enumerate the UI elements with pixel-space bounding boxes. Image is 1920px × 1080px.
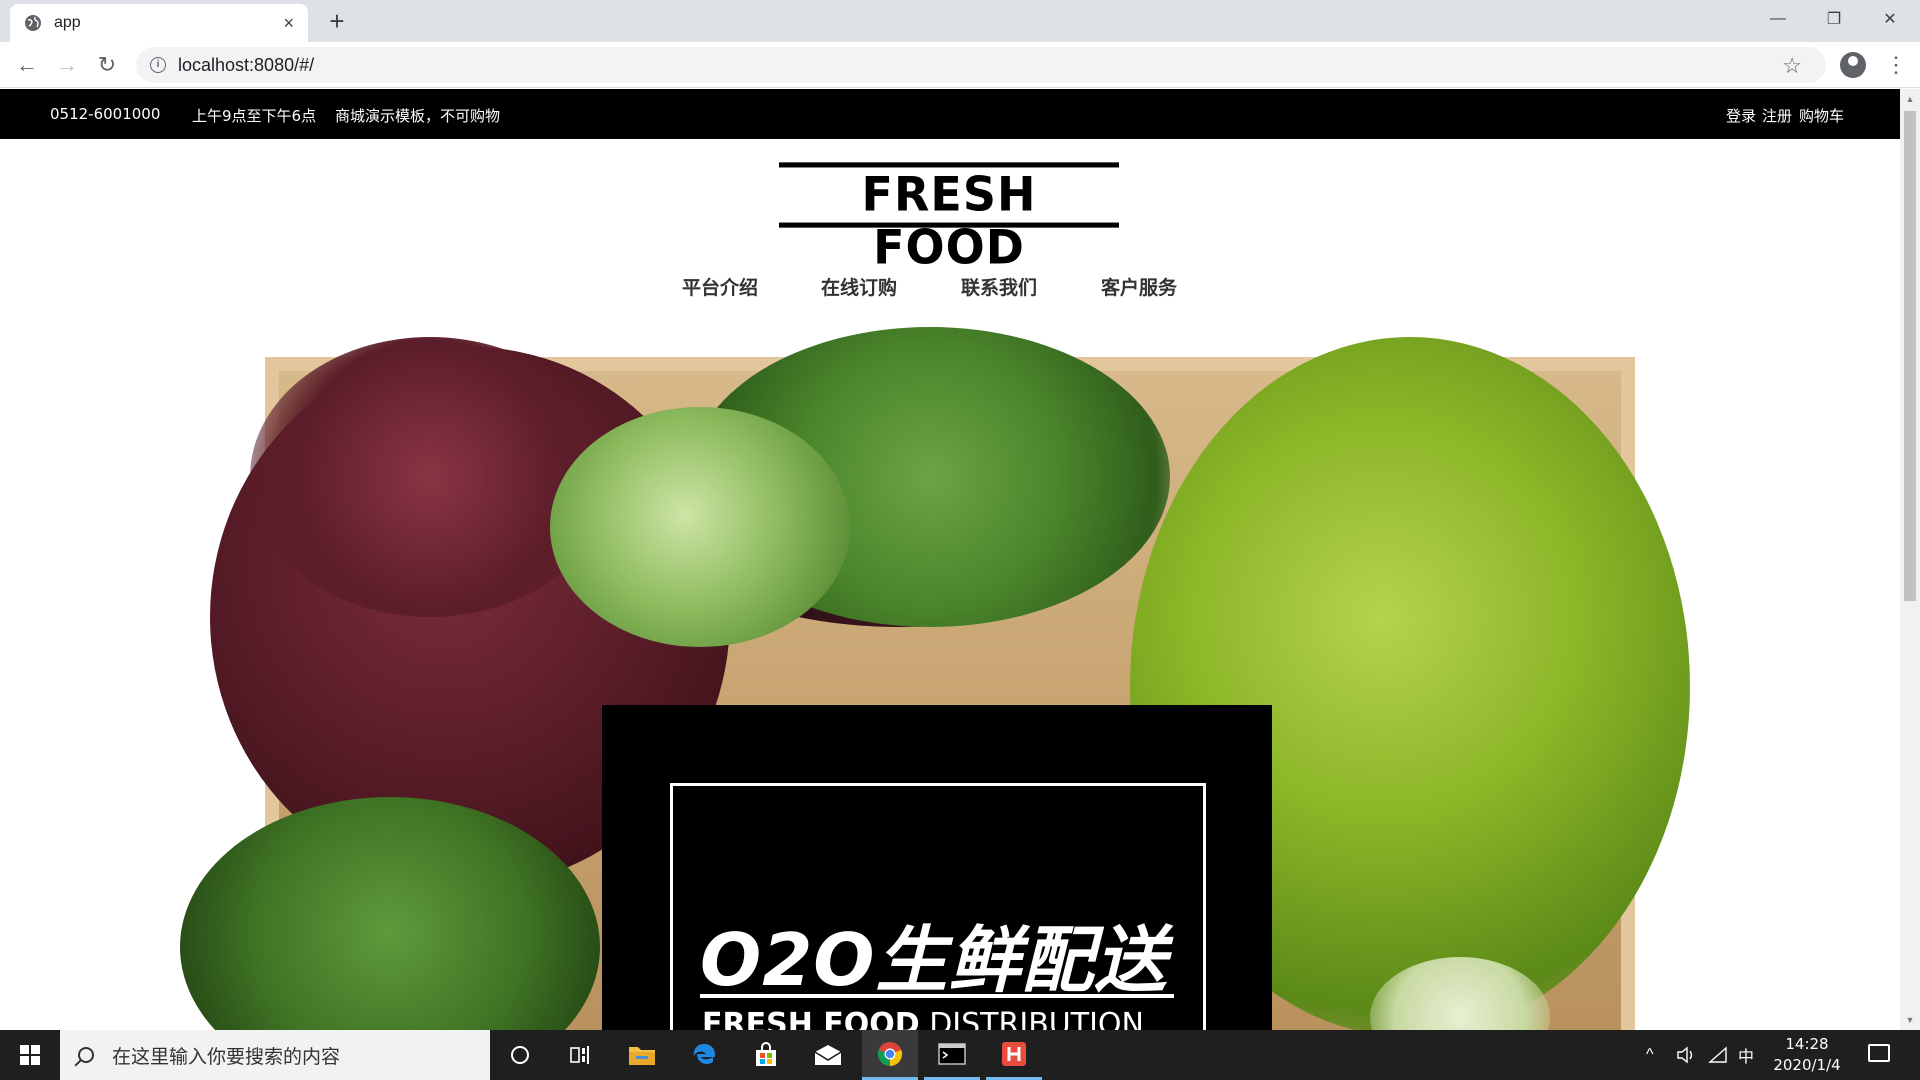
red-lettuce-top xyxy=(250,337,610,617)
hero-divider xyxy=(700,994,1174,998)
terminal-icon[interactable] xyxy=(924,1030,980,1080)
main-nav: 平台介绍 在线订购 联系我们 客户服务 xyxy=(0,273,1900,303)
ime-indicator[interactable]: 中 xyxy=(1738,1030,1754,1080)
tab-title: app xyxy=(54,14,81,31)
hero-subline-rest: DISTRIBUTION xyxy=(919,1007,1144,1030)
edge-browser-icon[interactable] xyxy=(676,1030,732,1080)
forward-button[interactable]: → xyxy=(52,50,82,80)
nav-item-platform-intro[interactable]: 平台介绍 xyxy=(682,273,758,300)
taskbar-clock[interactable]: 14:28 2020/1/4 xyxy=(1762,1034,1852,1076)
taskbar-search[interactable]: 在这里输入你要搜索的内容 xyxy=(60,1030,490,1080)
network-icon[interactable] xyxy=(1708,1030,1728,1080)
register-link[interactable]: 注册 xyxy=(1762,105,1792,126)
nav-item-contact-us[interactable]: 联系我们 xyxy=(961,273,1037,300)
bookmark-star-icon[interactable]: ☆ xyxy=(1782,53,1802,79)
reload-button[interactable]: ↻ xyxy=(92,50,122,80)
topbar-hours: 上午9点至下午6点 xyxy=(192,107,317,125)
windows-taskbar: 在这里输入你要搜索的内容 ^ 中 14:28 2020/1/4 xyxy=(0,1030,1920,1080)
volume-icon[interactable] xyxy=(1676,1030,1696,1080)
file-explorer-icon[interactable] xyxy=(614,1030,670,1080)
romaine-lettuce xyxy=(550,407,850,647)
scroll-down-icon[interactable]: ▼ xyxy=(1904,1014,1916,1026)
cortana-icon[interactable] xyxy=(492,1030,548,1080)
scroll-up-icon[interactable]: ▲ xyxy=(1904,93,1916,105)
tab-close-icon[interactable]: × xyxy=(283,13,294,34)
back-button[interactable]: ← xyxy=(12,50,42,80)
hero-subline: FRESH FOOD DISTRIBUTION xyxy=(702,1007,1182,1030)
chrome-taskbar-icon[interactable] xyxy=(862,1030,918,1080)
minimize-button[interactable]: — xyxy=(1750,0,1806,38)
url-text[interactable]: localhost:8080/#/ xyxy=(178,55,314,76)
start-button[interactable] xyxy=(0,1030,60,1080)
globe-icon xyxy=(25,15,41,31)
hero-subline-bold: FRESH FOOD xyxy=(702,1007,920,1030)
site-logo[interactable]: FRESH FOOD xyxy=(779,162,1119,274)
browser-menu-icon[interactable]: ⋮ xyxy=(1885,52,1907,78)
nav-item-online-order[interactable]: 在线订购 xyxy=(821,273,897,300)
microsoft-store-icon[interactable] xyxy=(738,1030,794,1080)
topbar-notice: 商城演示模板，不可购物 xyxy=(335,107,501,125)
scroll-thumb[interactable] xyxy=(1904,111,1916,601)
notification-center-icon[interactable] xyxy=(1868,1044,1890,1062)
page-scrollbar[interactable]: ▲ ▼ xyxy=(1900,89,1920,1030)
hero-headline: O2O生鲜配送 xyxy=(700,918,1168,1002)
tray-overflow-icon[interactable]: ^ xyxy=(1646,1030,1654,1080)
taskbar-search-input[interactable]: 在这里输入你要搜索的内容 xyxy=(112,1042,340,1069)
page-viewport: 0512-6001000 上午9点至下午6点 商城演示模板，不可购物 登录 注册… xyxy=(0,89,1900,1030)
nav-item-customer-service[interactable]: 客户服务 xyxy=(1101,273,1177,300)
close-window-button[interactable]: ✕ xyxy=(1862,0,1918,38)
restore-button[interactable]: ❐ xyxy=(1806,0,1862,38)
site-topbar: 0512-6001000 上午9点至下午6点 商城演示模板，不可购物 登录 注册… xyxy=(0,89,1900,139)
hbuilder-icon[interactable] xyxy=(986,1030,1042,1080)
mail-icon[interactable] xyxy=(800,1030,856,1080)
site-info-icon[interactable]: i xyxy=(150,57,166,73)
search-icon xyxy=(78,1047,94,1063)
browser-toolbar: ← → ↻ i localhost:8080/#/ ☆ ⋮ xyxy=(0,42,1920,88)
cart-link[interactable]: 购物车 xyxy=(1799,105,1844,126)
topbar-phone: 0512-6001000 xyxy=(50,105,161,123)
login-link[interactable]: 登录 xyxy=(1726,105,1756,126)
address-bar[interactable]: i localhost:8080/#/ ☆ xyxy=(136,47,1826,83)
clock-time: 14:28 xyxy=(1785,1035,1829,1053)
task-view-icon[interactable] xyxy=(552,1030,608,1080)
new-tab-button[interactable]: + xyxy=(322,6,352,36)
windows-logo-icon xyxy=(20,1045,40,1065)
browser-tab[interactable]: app × xyxy=(10,4,308,42)
browser-tab-strip: app × + — ❐ ✕ xyxy=(0,0,1920,42)
clock-date: 2020/1/4 xyxy=(1773,1056,1841,1074)
profile-avatar-icon[interactable] xyxy=(1840,52,1866,78)
